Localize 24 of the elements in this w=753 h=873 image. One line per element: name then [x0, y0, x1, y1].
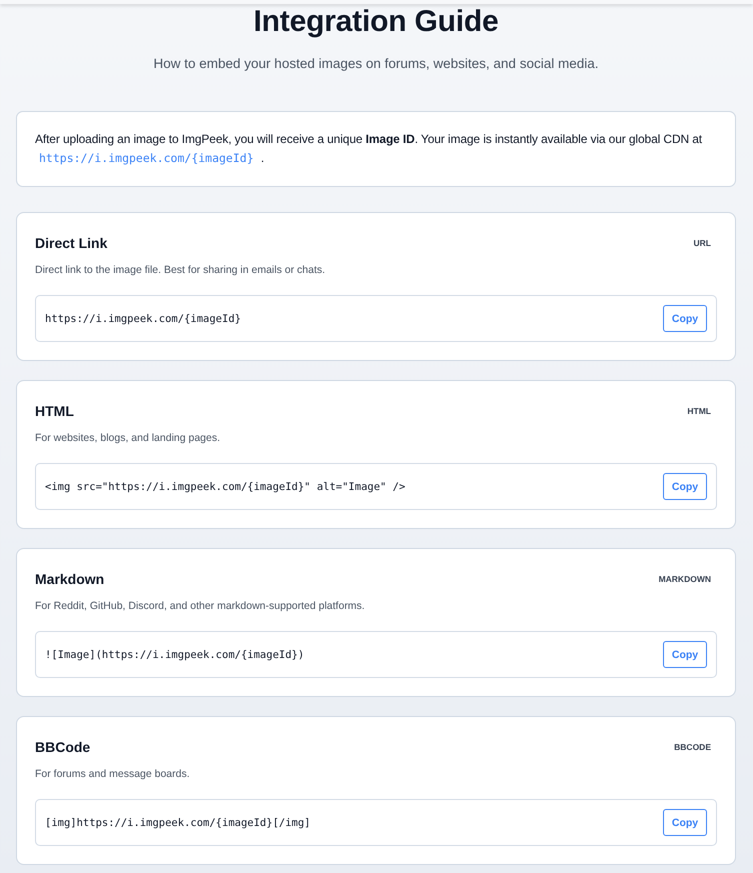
copy-button[interactable]: Copy — [663, 473, 707, 500]
page-subtitle: How to embed your hosted images on forums, websites, and social media. — [154, 55, 598, 73]
format-description: For Reddit, GitHub, Discord, and other markdown-supported platforms. — [35, 599, 366, 614]
format-description: For websites, blogs, and landing pages. — [35, 431, 222, 446]
format-type-label: MARKDOWN — [658, 573, 711, 585]
code-snippet: <img src="https://i.imgpeek.com/{imageId}" alt="Image" /> — [45, 480, 406, 494]
page-title: Integration Guide — [254, 4, 498, 40]
format-title: Direct Link — [35, 234, 108, 253]
format-title: BBCode — [35, 738, 90, 757]
code-snippet: https://i.imgpeek.com/{imageId} — [45, 312, 241, 326]
format-description: For forums and message boards. — [35, 767, 191, 782]
format-description: Direct link to the image file. Best for sharing in emails or chats. — [35, 263, 326, 278]
cdn-url: https://i.imgpeek.com/{imageId} — [38, 151, 255, 165]
copy-button[interactable]: Copy — [663, 809, 707, 836]
copy-button[interactable]: Copy — [663, 641, 707, 668]
format-title: HTML — [35, 402, 74, 421]
format-type-label: HTML — [687, 405, 711, 417]
code-snippet: [img]https://i.imgpeek.com/{imageId}[/img] — [45, 816, 311, 830]
copy-button[interactable]: Copy — [663, 305, 707, 332]
format-type-label: URL — [694, 237, 711, 249]
code-snippet: ![Image](https://i.imgpeek.com/{imageId}) — [45, 648, 304, 662]
intro-text: After uploading an image to ImgPeek, you will receive a unique Image ID. Your image is instantly available via our global CDN at https://i.imgpeek.com/{imageId} . — [35, 131, 704, 167]
format-title: Markdown — [35, 570, 104, 589]
format-type-label: BBCODE — [674, 741, 711, 753]
